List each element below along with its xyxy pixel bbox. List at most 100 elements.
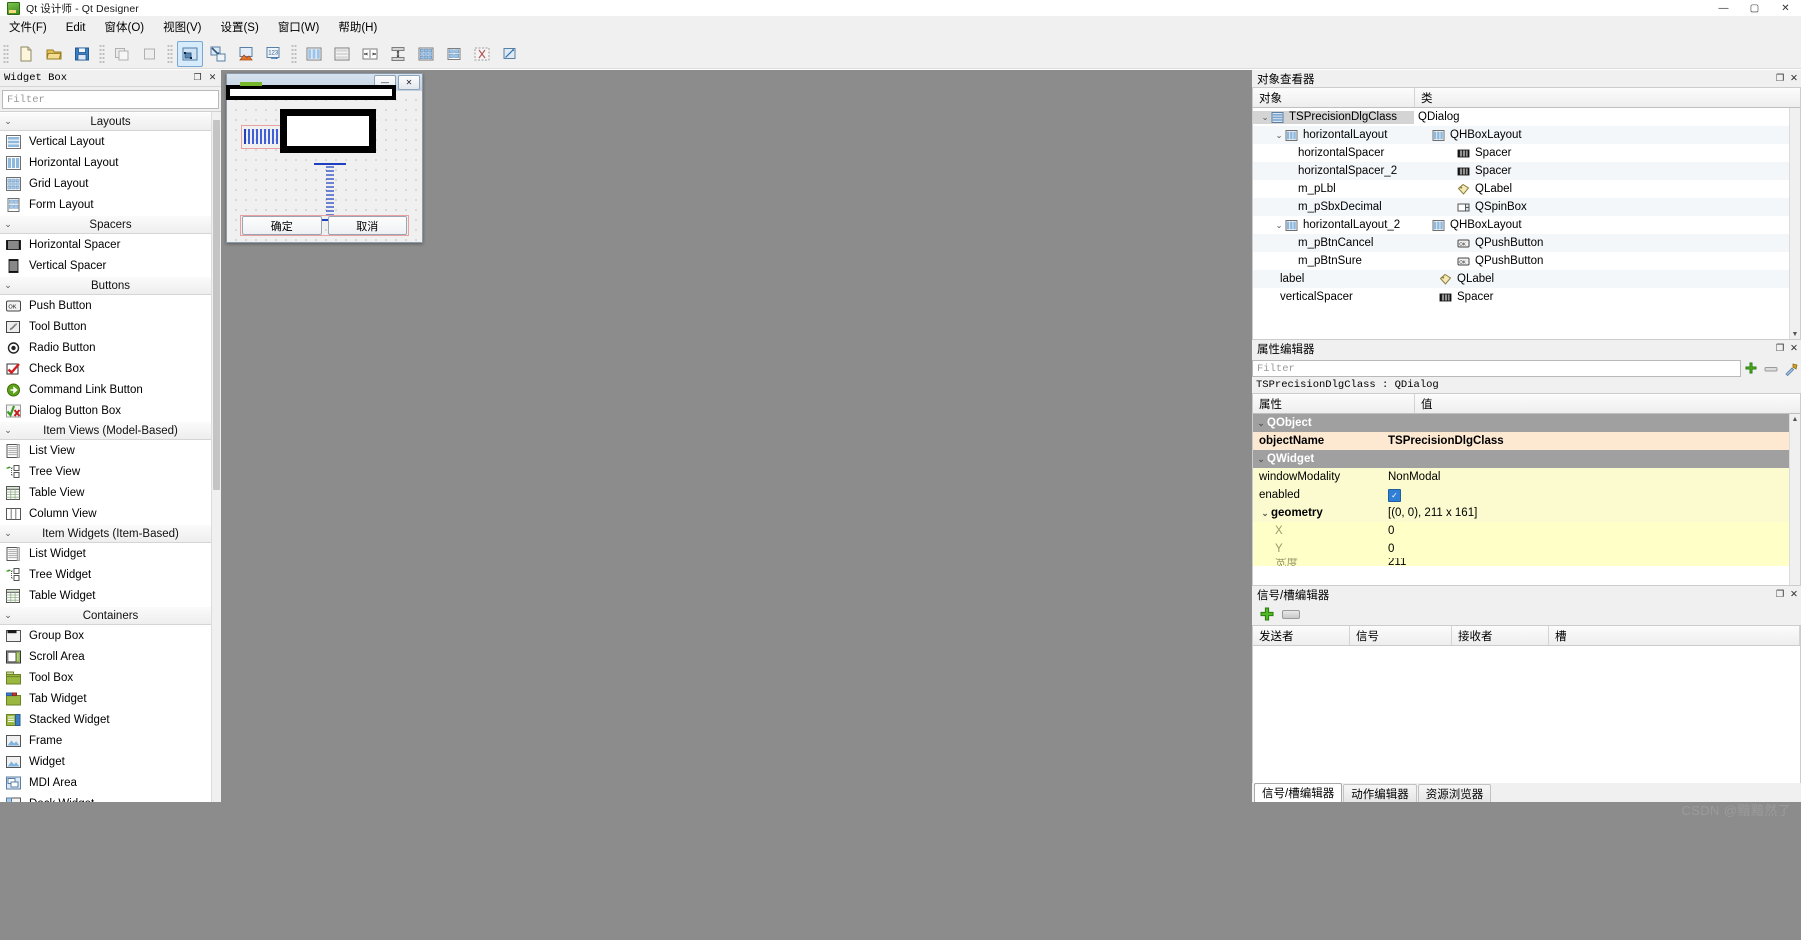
signal-slot-table-body[interactable] (1252, 646, 1801, 802)
table-row[interactable]: label QLabel (1253, 270, 1800, 288)
column-header-class[interactable]: 类 (1415, 88, 1800, 107)
widget-item-check-box[interactable]: Check Box (0, 358, 221, 379)
form-cancel-button[interactable]: 取消 (327, 216, 407, 235)
widget-item-list-widget[interactable]: List Widget (0, 543, 221, 564)
new-form-icon[interactable] (13, 41, 39, 67)
design-form-window[interactable]: — ✕ 确定 取消 (226, 73, 423, 243)
chevron-down-icon[interactable]: ⌄ (1255, 454, 1267, 465)
table-row[interactable]: enabled ✓ (1253, 486, 1800, 504)
object-inspector-float-button[interactable]: ❐ (1773, 72, 1787, 86)
column-header-value[interactable]: 值 (1415, 394, 1800, 413)
adjust-size-icon[interactable] (497, 41, 523, 67)
table-row[interactable]: ⌄ geometry [(0, 0), 211 x 161] (1253, 504, 1800, 522)
menu-help[interactable]: 帮助(H) (329, 18, 386, 38)
table-row[interactable]: windowModality NonModal (1253, 468, 1800, 486)
property-value[interactable]: TSPrecisionDlgClass (1388, 435, 1504, 447)
column-header-object[interactable]: 对象 (1253, 88, 1415, 107)
layout-form-icon[interactable] (441, 41, 467, 67)
widget-box-scrollbar[interactable] (211, 112, 221, 802)
table-row[interactable]: Y 0 (1253, 540, 1800, 558)
widget-item-dialog-button-box[interactable]: Dialog Button Box (0, 400, 221, 421)
widget-item-widget[interactable]: Widget (0, 751, 221, 772)
widget-category-buttons[interactable]: ⌄ Buttons (0, 276, 221, 295)
table-row[interactable]: ⌄ QWidget (1253, 450, 1800, 468)
close-button[interactable]: ✕ (1770, 0, 1801, 16)
table-row[interactable]: m_pBtnCancel OK QPushButton (1253, 234, 1800, 252)
toolbar-grip-3[interactable] (167, 43, 173, 64)
tab-signal-slot-editor[interactable]: 信号/槽编辑器 (1254, 783, 1343, 802)
column-header-signal[interactable]: 信号 (1350, 626, 1452, 645)
tab-action-editor[interactable]: 动作编辑器 (1343, 784, 1417, 802)
chevron-down-icon[interactable]: ⌄ (1273, 130, 1285, 141)
table-row[interactable]: m_pSbxDecimal QSpinBox (1253, 198, 1800, 216)
add-property-icon[interactable] (1741, 360, 1761, 377)
design-form-close-button[interactable]: ✕ (398, 75, 420, 90)
widget-item-horizontal-layout[interactable]: Horizontal Layout (0, 152, 221, 173)
widget-category-spacers[interactable]: ⌄ Spacers (0, 215, 221, 234)
widget-item-horizontal-spacer[interactable]: Horizontal Spacer (0, 234, 221, 255)
form-vertical-spacer[interactable] (312, 163, 348, 221)
maximize-button[interactable]: ▢ (1739, 0, 1770, 16)
chevron-down-icon[interactable]: ⌄ (1259, 508, 1271, 519)
edit-tab-order-icon[interactable]: 123 (261, 41, 287, 67)
column-header-receiver[interactable]: 接收者 (1452, 626, 1549, 645)
toolbar-grip-2[interactable] (99, 43, 105, 64)
menu-form[interactable]: 窗体(O) (96, 18, 154, 38)
column-header-slot[interactable]: 槽 (1549, 626, 1800, 645)
remove-icon[interactable] (1282, 609, 1300, 619)
toolbar-grip-4[interactable] (291, 43, 297, 64)
widget-item-tab-widget[interactable]: Tab Widget (0, 688, 221, 709)
break-layout-icon[interactable] (469, 41, 495, 67)
chevron-down-icon[interactable]: ⌄ (1255, 418, 1267, 429)
scroll-down-arrow-icon[interactable]: ▼ (1790, 329, 1800, 339)
table-row[interactable]: ⌄ QObject (1253, 414, 1800, 432)
property-value[interactable]: [(0, 0), 211 x 161] (1388, 507, 1477, 519)
undo-icon[interactable] (109, 41, 135, 67)
layout-grid-icon[interactable] (413, 41, 439, 67)
layout-vertical-icon[interactable] (329, 41, 355, 67)
design-form-body[interactable]: 确定 取消 (226, 82, 422, 242)
table-row[interactable]: horizontalSpacer_2 Spacer (1253, 162, 1800, 180)
column-header-sender[interactable]: 发送者 (1253, 626, 1350, 645)
open-form-icon[interactable] (41, 41, 67, 67)
property-value[interactable]: 0 (1388, 543, 1394, 555)
menu-view[interactable]: 视图(V) (154, 18, 210, 38)
table-row[interactable]: objectName TSPrecisionDlgClass (1253, 432, 1800, 450)
signal-slot-editor-float-button[interactable]: ❐ (1773, 588, 1787, 602)
widget-item-dock-widget[interactable]: Dock Widget (0, 793, 221, 802)
widget-category-item-widgets[interactable]: ⌄ Item Widgets (Item-Based) (0, 524, 221, 543)
widget-item-stacked-widget[interactable]: Stacked Widget (0, 709, 221, 730)
widget-item-vertical-layout[interactable]: Vertical Layout (0, 131, 221, 152)
widget-item-form-layout[interactable]: Form Layout (0, 194, 221, 215)
widget-item-tool-box[interactable]: Tool Box (0, 667, 221, 688)
table-row[interactable]: m_pLbl QLabel (1253, 180, 1800, 198)
object-inspector-tree[interactable]: ⌄ TSPrecisionDlgClass QDialog ⌄ horizont… (1252, 108, 1801, 340)
table-row[interactable]: horizontalSpacer Spacer (1253, 144, 1800, 162)
table-row[interactable]: verticalSpacer Spacer (1253, 288, 1800, 306)
toolbar-grip[interactable] (3, 43, 9, 64)
chevron-down-icon[interactable]: ⌄ (1273, 220, 1285, 231)
menu-edit[interactable]: Edit (57, 18, 95, 38)
widget-item-scroll-area[interactable]: Scroll Area (0, 646, 221, 667)
edit-buddies-icon[interactable] (233, 41, 259, 67)
layout-splitter-h-icon[interactable] (357, 41, 383, 67)
widget-item-frame[interactable]: Frame (0, 730, 221, 751)
widget-item-push-button[interactable]: OK Push Button (0, 295, 221, 316)
widget-item-vertical-spacer[interactable]: Vertical Spacer (0, 255, 221, 276)
widget-category-containers[interactable]: ⌄ Containers (0, 606, 221, 625)
menu-settings[interactable]: 设置(S) (211, 18, 267, 38)
object-inspector-scrollbar[interactable]: ▼ (1789, 108, 1800, 339)
property-filter-input[interactable]: Filter (1252, 360, 1741, 377)
widget-item-command-link-button[interactable]: Command Link Button (0, 379, 221, 400)
table-row[interactable]: ⌄ TSPrecisionDlgClass QDialog (1253, 108, 1800, 126)
property-editor-float-button[interactable]: ❐ (1773, 342, 1787, 356)
property-value[interactable]: NonModal (1388, 471, 1440, 483)
minimize-button[interactable]: — (1708, 0, 1739, 16)
table-row[interactable]: 宽度 211 (1253, 558, 1800, 566)
widget-item-group-box[interactable]: Group Box (0, 625, 221, 646)
menu-file[interactable]: 文件(F) (0, 18, 56, 38)
tab-resource-browser[interactable]: 资源浏览器 (1417, 784, 1492, 802)
widget-box-filter-input[interactable]: Filter (2, 90, 219, 109)
widget-box-close-button[interactable]: ✕ (206, 72, 219, 85)
widget-item-column-view[interactable]: Column View (0, 503, 221, 524)
